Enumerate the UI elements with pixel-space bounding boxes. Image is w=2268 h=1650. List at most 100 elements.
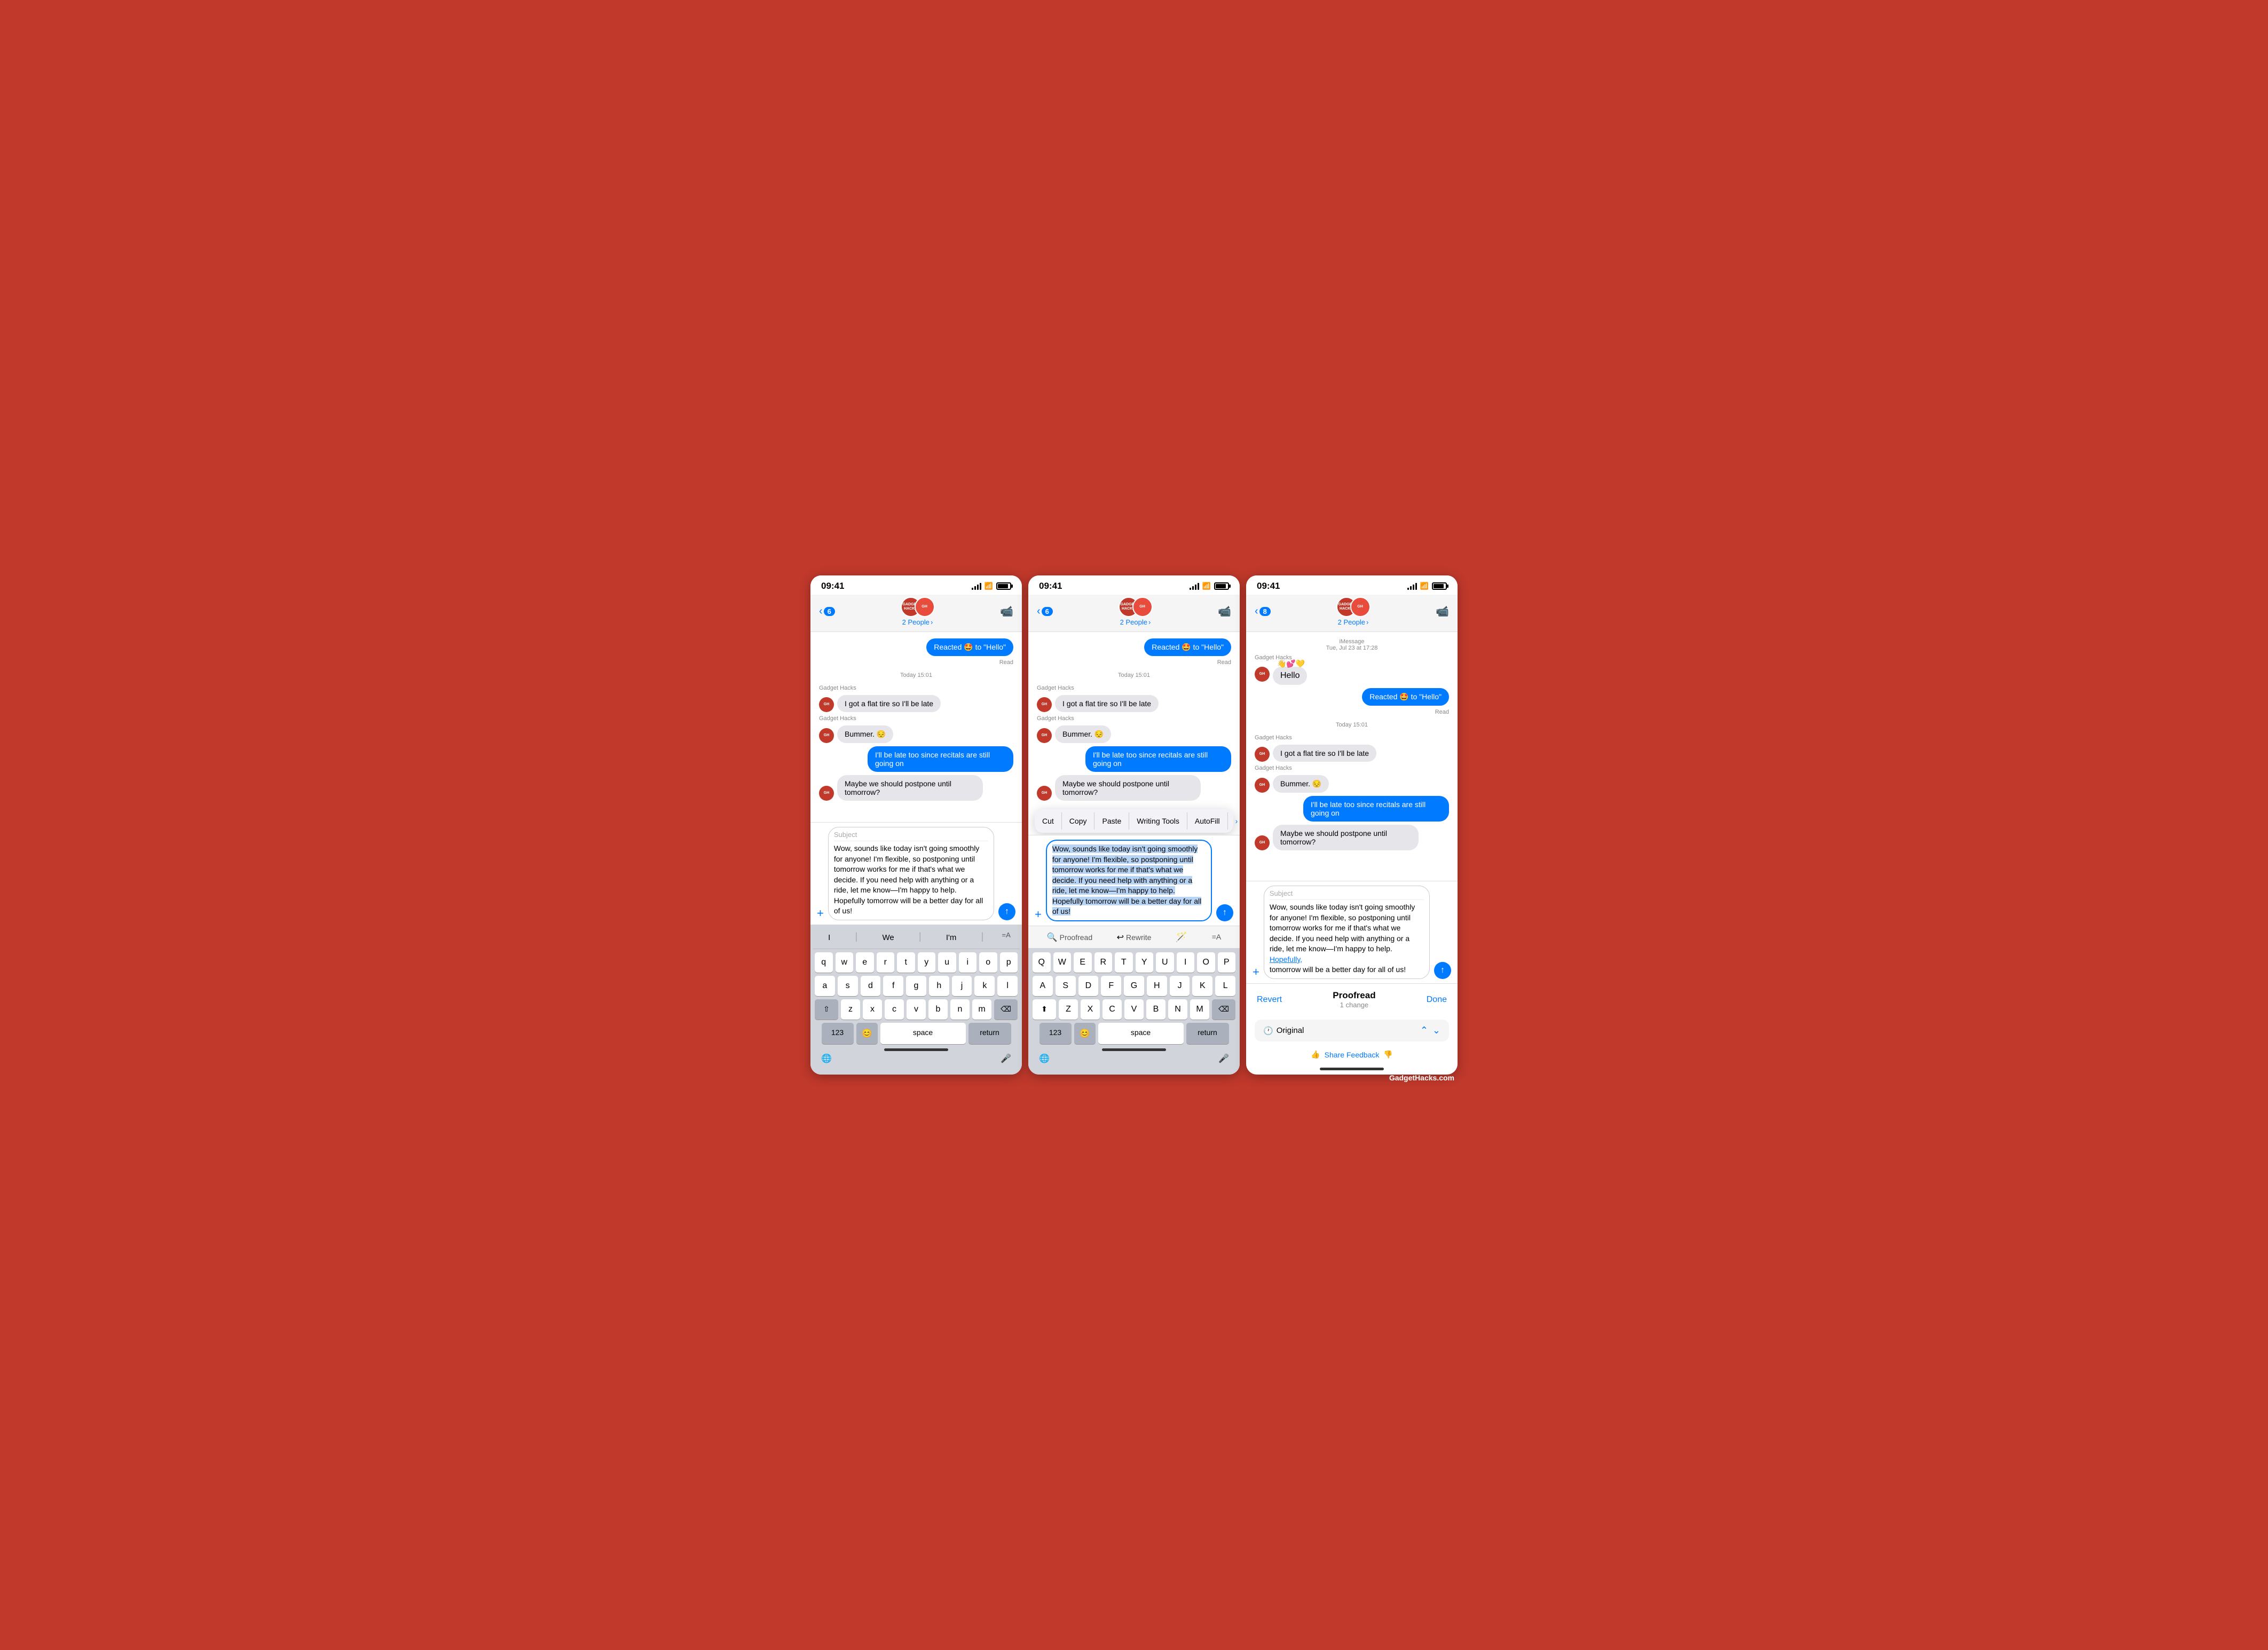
input-box-3[interactable]: Subject Wow, sounds like today isn't goi… bbox=[1264, 886, 1430, 979]
suggestion-1c[interactable]: I'm bbox=[940, 931, 963, 944]
messages-area-3[interactable]: iMessageTue, Jul 23 at 17:28 Gadget Hack… bbox=[1246, 632, 1458, 881]
back-button-2[interactable]: ‹ 6 bbox=[1037, 606, 1053, 617]
suggestion-1a[interactable]: I bbox=[822, 931, 837, 944]
nav-people-1[interactable]: 2 People › bbox=[902, 618, 933, 626]
key-z[interactable]: z bbox=[841, 999, 860, 1020]
key-M[interactable]: M bbox=[1190, 999, 1209, 1020]
key-i[interactable]: i bbox=[959, 952, 977, 973]
add-button-2[interactable]: + bbox=[1035, 907, 1042, 921]
key-N[interactable]: N bbox=[1168, 999, 1187, 1020]
key-g[interactable]: g bbox=[906, 976, 926, 996]
key-y[interactable]: y bbox=[918, 952, 936, 973]
key-v[interactable]: v bbox=[907, 999, 926, 1020]
key-E[interactable]: E bbox=[1074, 952, 1092, 973]
thumbs-up-icon[interactable]: 👍 bbox=[1311, 1050, 1320, 1059]
key-c[interactable]: c bbox=[885, 999, 904, 1020]
chevron-down-icon[interactable]: ⌄ bbox=[1432, 1025, 1440, 1036]
back-badge-3[interactable]: 8 bbox=[1259, 607, 1271, 616]
context-paste[interactable]: Paste bbox=[1094, 812, 1129, 830]
key-e[interactable]: e bbox=[856, 952, 874, 973]
key-emoji-1[interactable]: 😊 bbox=[856, 1023, 878, 1044]
key-V[interactable]: V bbox=[1124, 999, 1144, 1020]
key-U[interactable]: U bbox=[1156, 952, 1174, 973]
input-text-3[interactable]: Wow, sounds like today isn't going smoot… bbox=[1270, 902, 1424, 975]
format-btn[interactable]: =A bbox=[1212, 933, 1222, 942]
key-delete-2[interactable]: ⌫ bbox=[1212, 999, 1235, 1020]
add-button-1[interactable]: + bbox=[817, 906, 824, 920]
key-space-2[interactable]: space bbox=[1098, 1023, 1184, 1044]
key-a[interactable]: a bbox=[815, 976, 835, 996]
back-badge-2[interactable]: 6 bbox=[1042, 607, 1053, 616]
back-badge-1[interactable]: 6 bbox=[824, 607, 835, 616]
key-Y[interactable]: Y bbox=[1136, 952, 1154, 973]
mic-icon-2[interactable]: 🎤 bbox=[1218, 1053, 1229, 1064]
key-I[interactable]: I bbox=[1177, 952, 1195, 973]
rewrite-btn[interactable]: ↩ Rewrite bbox=[1117, 932, 1152, 943]
key-return-2[interactable]: return bbox=[1186, 1023, 1229, 1044]
key-s[interactable]: s bbox=[838, 976, 858, 996]
send-button-1[interactable]: ↑ bbox=[998, 903, 1015, 920]
key-Q[interactable]: Q bbox=[1033, 952, 1051, 973]
key-j[interactable]: j bbox=[952, 976, 972, 996]
mic-icon-1[interactable]: 🎤 bbox=[1001, 1053, 1011, 1064]
key-return-1[interactable]: return bbox=[968, 1023, 1011, 1044]
key-delete-1[interactable]: ⌫ bbox=[994, 999, 1018, 1020]
revert-button[interactable]: Revert bbox=[1257, 995, 1282, 1005]
messages-area-2[interactable]: Reacted 🤩 to "Hello" Read Today 15:01 Ga… bbox=[1028, 632, 1240, 807]
suggestion-1b[interactable]: We bbox=[876, 931, 900, 944]
globe-icon-2[interactable]: 🌐 bbox=[1039, 1053, 1050, 1064]
nav-people-3[interactable]: 2 People › bbox=[1338, 618, 1369, 626]
key-S[interactable]: S bbox=[1056, 976, 1076, 996]
input-text-2[interactable]: Wow, sounds like today isn't going smoot… bbox=[1052, 844, 1206, 917]
key-o[interactable]: o bbox=[979, 952, 997, 973]
key-t[interactable]: t bbox=[897, 952, 915, 973]
key-F[interactable]: F bbox=[1101, 976, 1121, 996]
key-p[interactable]: p bbox=[1000, 952, 1018, 973]
key-d[interactable]: d bbox=[861, 976, 881, 996]
key-Z[interactable]: Z bbox=[1059, 999, 1078, 1020]
key-b[interactable]: b bbox=[928, 999, 948, 1020]
input-box-1[interactable]: Subject Wow, sounds like today isn't goi… bbox=[828, 827, 994, 920]
key-shift-1[interactable]: ⇧ bbox=[815, 999, 838, 1020]
key-m[interactable]: m bbox=[972, 999, 991, 1020]
key-123-1[interactable]: 123 bbox=[822, 1023, 854, 1044]
context-autofill[interactable]: AutoFill bbox=[1187, 812, 1228, 830]
key-P[interactable]: P bbox=[1218, 952, 1236, 973]
sparkle-btn[interactable]: 🪄 bbox=[1176, 931, 1187, 943]
key-R[interactable]: R bbox=[1094, 952, 1113, 973]
add-button-3[interactable]: + bbox=[1253, 965, 1259, 979]
thumbs-down-icon[interactable]: 👎 bbox=[1383, 1050, 1392, 1059]
key-space-1[interactable]: space bbox=[880, 1023, 966, 1044]
key-n[interactable]: n bbox=[950, 999, 970, 1020]
key-h[interactable]: h bbox=[929, 976, 949, 996]
feedback-label[interactable]: Share Feedback bbox=[1325, 1051, 1380, 1059]
video-button-1[interactable]: 📹 bbox=[1000, 605, 1013, 618]
key-shift-2[interactable]: ⬆ bbox=[1033, 999, 1056, 1020]
globe-icon-1[interactable]: 🌐 bbox=[821, 1053, 832, 1064]
key-x[interactable]: x bbox=[863, 999, 882, 1020]
key-q[interactable]: q bbox=[815, 952, 833, 973]
key-G[interactable]: G bbox=[1124, 976, 1144, 996]
messages-area-1[interactable]: Reacted 🤩 to "Hello" Read Today 15:01 Ga… bbox=[810, 632, 1022, 822]
key-D[interactable]: D bbox=[1078, 976, 1099, 996]
context-writing-tools[interactable]: Writing Tools bbox=[1129, 812, 1187, 830]
back-button-3[interactable]: ‹ 8 bbox=[1255, 606, 1271, 617]
key-w[interactable]: w bbox=[836, 952, 854, 973]
key-K[interactable]: K bbox=[1192, 976, 1212, 996]
key-k[interactable]: k bbox=[974, 976, 995, 996]
key-J[interactable]: J bbox=[1170, 976, 1190, 996]
input-text-1[interactable]: Wow, sounds like today isn't going smoot… bbox=[834, 843, 988, 917]
send-button-2[interactable]: ↑ bbox=[1216, 904, 1233, 921]
video-button-3[interactable]: 📹 bbox=[1436, 605, 1449, 618]
video-button-2[interactable]: 📹 bbox=[1218, 605, 1231, 618]
send-button-3[interactable]: ↑ bbox=[1434, 962, 1451, 979]
key-W[interactable]: W bbox=[1053, 952, 1072, 973]
key-123-2[interactable]: 123 bbox=[1040, 1023, 1072, 1044]
key-H[interactable]: H bbox=[1147, 976, 1167, 996]
key-B[interactable]: B bbox=[1146, 999, 1166, 1020]
chevron-up-icon[interactable]: ⌃ bbox=[1420, 1025, 1428, 1036]
context-cut[interactable]: Cut bbox=[1035, 812, 1062, 830]
key-emoji-2[interactable]: 😊 bbox=[1074, 1023, 1096, 1044]
context-more[interactable]: › bbox=[1228, 812, 1240, 830]
key-u[interactable]: u bbox=[938, 952, 956, 973]
